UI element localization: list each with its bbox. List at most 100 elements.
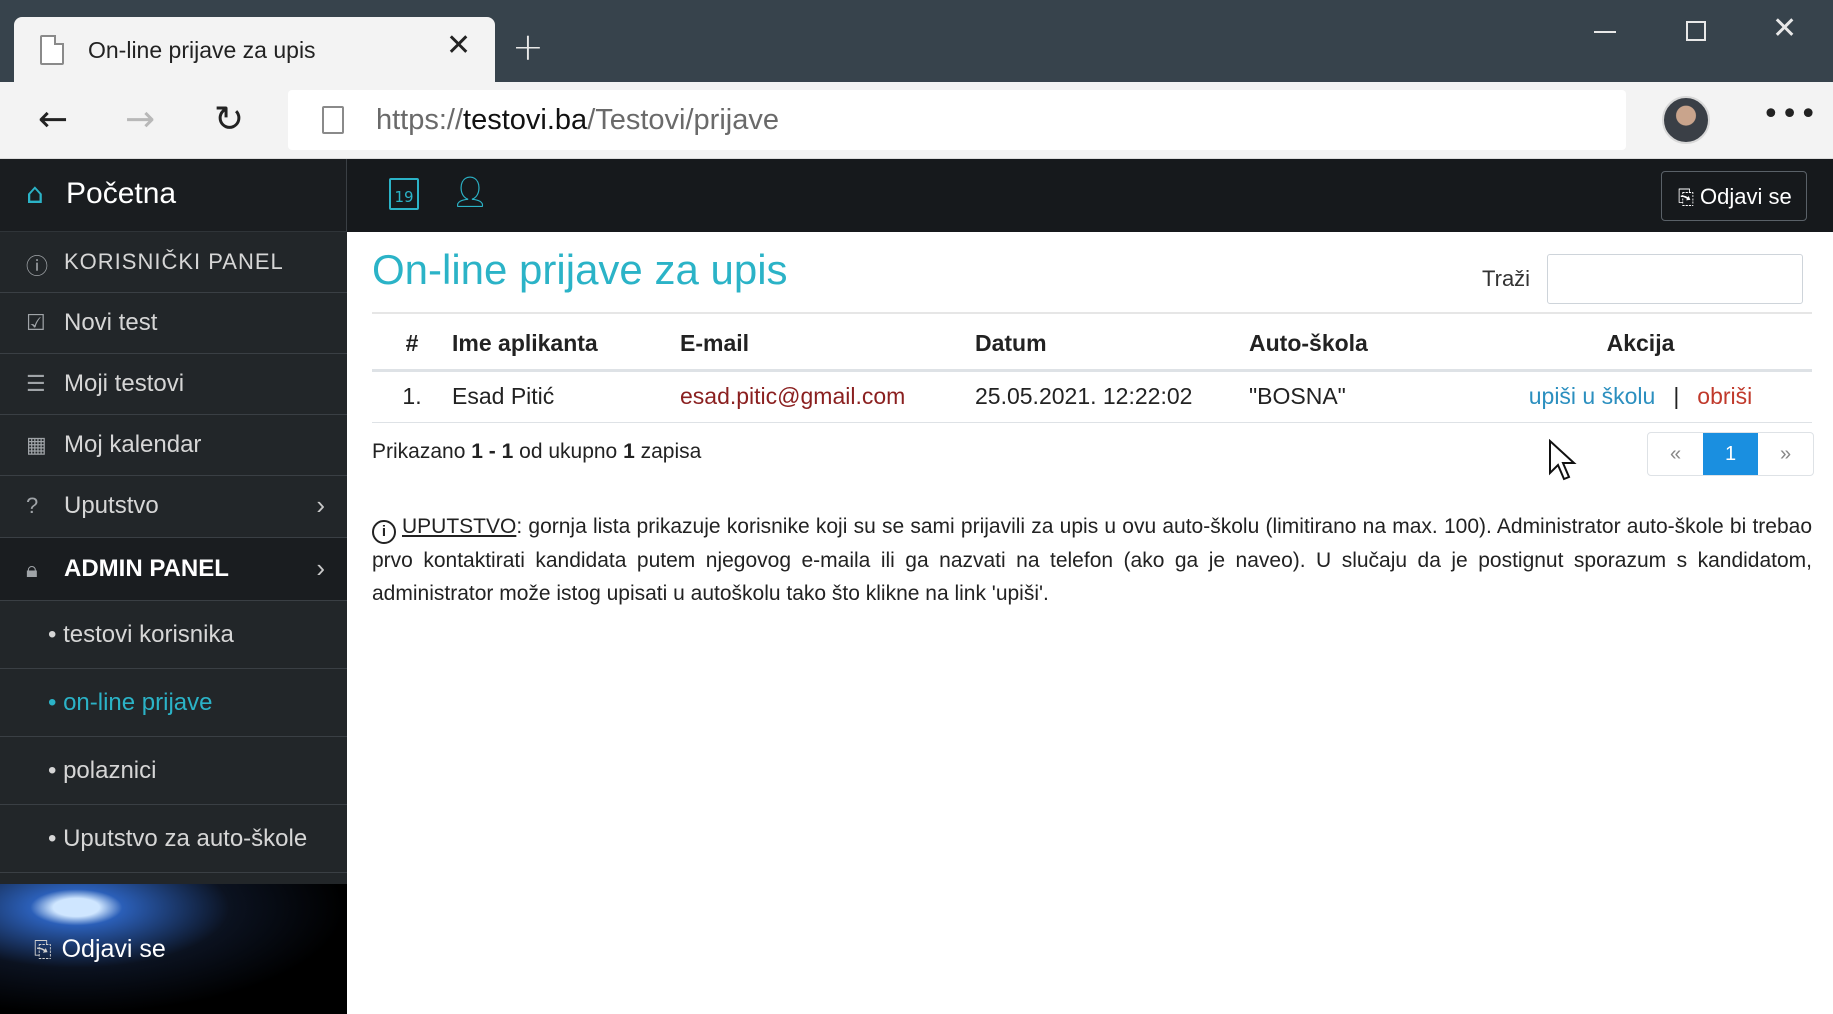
pager-next[interactable]: » [1758, 433, 1813, 475]
sidebar-subitem-polaznici[interactable]: • polaznici [0, 737, 347, 805]
sidebar-item-korisnicki-panel[interactable]: ⓘ KORISNIČKI PANEL [0, 232, 347, 293]
summary-dash: - [488, 440, 496, 463]
list-icon: ☰ [26, 371, 46, 396]
sidebar-subitem-label: • Uputstvo za auto-škole [48, 825, 308, 852]
forward-arrow-icon[interactable]: → [125, 100, 155, 140]
profile-avatar[interactable] [1662, 96, 1710, 144]
url-text[interactable]: https://testovi.ba/Testovi/prijave [376, 104, 779, 137]
page-doc-icon [322, 106, 344, 134]
summary-to: 1 [501, 440, 514, 463]
grid-icon: ▦ [26, 432, 47, 457]
sidebar-item-label: Moji testovi [64, 370, 185, 397]
col-header-action: Akcija [1469, 318, 1812, 372]
sidebar-item-novi-test[interactable]: ☑ Novi test [0, 293, 347, 354]
chevron-right-icon: › [316, 490, 325, 520]
browser-tab[interactable]: On-line prijave za upis ✕ [14, 17, 495, 82]
sidebar-subitem-label: • polaznici [48, 757, 157, 784]
col-header-email[interactable]: E-mail [680, 318, 975, 372]
sidebar-subitem-label: • on-line prijave [48, 689, 213, 716]
window-close-icon[interactable]: ✕ [1772, 14, 1797, 44]
sidebar-subitem-online-prijave[interactable]: • on-line prijave [0, 669, 347, 737]
sidebar-item-label: ADMIN PANEL [64, 555, 229, 582]
sidebar-subitem-uputstvo-auto-skole[interactable]: • Uputstvo za auto-škole [0, 805, 347, 873]
summary-total: 1 [623, 440, 635, 463]
table-row: 1. Esad Pitić esad.pitic@gmail.com 25.05… [372, 370, 1812, 423]
summary-suffix: zapisa [640, 440, 702, 463]
app-topbar: 19 👤︎ ⎘ Odjavi se [347, 159, 1833, 232]
browser-tabbar: On-line prijave za upis ✕ + ✕ [0, 0, 1833, 82]
pagination: « 1 » [1647, 432, 1814, 476]
pager-page-1[interactable]: 1 [1703, 433, 1758, 475]
sidebar-brand[interactable]: ⌂ Početna [0, 159, 347, 232]
refresh-icon[interactable]: ↻ [214, 100, 244, 140]
address-bar[interactable]: https://testovi.ba/Testovi/prijave [288, 90, 1626, 150]
cell-number: 1. [372, 370, 452, 423]
sidebar-item-label: Moj kalendar [64, 431, 202, 458]
cell-date: 25.05.2021. 12:22:02 [975, 370, 1249, 423]
logout-button[interactable]: ⎘ Odjavi se [1661, 171, 1807, 221]
instructions-text: i UPUTSTVO: gornja lista prikazuje korisn… [372, 510, 1812, 610]
lock-icon: 🔒︎ [26, 557, 38, 582]
col-header-date[interactable]: Datum [975, 318, 1249, 372]
cell-email: esad.pitic@gmail.com [680, 370, 975, 423]
enroll-link[interactable]: upiši u školu [1529, 383, 1656, 409]
sidebar-item-label: Uputstvo [64, 492, 159, 519]
logout-icon: ⎘ [34, 937, 52, 962]
minimize-icon[interactable] [1594, 31, 1616, 33]
new-tab-icon[interactable]: + [512, 28, 544, 66]
instructions-label: UPUTSTVO [402, 515, 517, 538]
sidebar-item-admin-panel[interactable]: 🔒︎ ADMIN PANEL › [0, 538, 347, 601]
cell-school: "BOSNA" [1249, 370, 1469, 423]
checkbox-icon: ☑ [26, 310, 46, 335]
help-icon: ? [26, 493, 39, 518]
summary-mid: od ukupno [519, 440, 618, 463]
instructions-body: : gornja lista prikazuje korisnike koji … [372, 515, 1812, 605]
info-icon: ⓘ [26, 254, 49, 279]
summary-from: 1 [471, 440, 483, 463]
cell-name: Esad Pitić [452, 370, 680, 423]
search-input[interactable] [1547, 254, 1803, 304]
doc-icon [40, 35, 64, 65]
user-icon[interactable]: 👤︎ [451, 175, 489, 211]
tab-title: On-line prijave za upis [88, 37, 316, 63]
sidebar-item-moj-kalendar[interactable]: ▦ Moj kalendar [0, 415, 347, 476]
action-separator: | [1673, 383, 1680, 409]
delete-link[interactable]: obriši [1697, 383, 1752, 409]
close-tab-icon[interactable]: ✕ [446, 31, 471, 61]
title-divider [372, 312, 1812, 314]
brand-label: Početna [66, 177, 177, 210]
col-header-number[interactable]: # [372, 318, 452, 372]
sidebar-logout-link[interactable]: ⎘ Odjavi se [34, 935, 166, 964]
page-title: On-line prijave za upis [372, 246, 788, 293]
sidebar-item-moji-testovi[interactable]: ☰ Moji testovi [0, 354, 347, 415]
sidebar-subitem-label: • testovi korisnika [48, 621, 234, 648]
logout-icon: ⎘ [1678, 187, 1694, 209]
cell-actions: upiši u školu | obriši [1469, 370, 1812, 423]
home-icon: ⌂ [26, 177, 44, 210]
email-link[interactable]: esad.pitic@gmail.com [680, 383, 905, 409]
logout-button-label: Odjavi se [1700, 184, 1792, 209]
sidebar-item-label: Novi test [64, 309, 158, 336]
back-arrow-icon[interactable]: ← [38, 100, 68, 140]
search-label: Traži [1482, 266, 1531, 291]
sidebar-subitem-testovi-korisnika[interactable]: • testovi korisnika [0, 601, 347, 669]
url-path: /Testovi/prijave [587, 104, 779, 136]
sidebar-item-label: KORISNIČKI PANEL [64, 249, 284, 274]
main-content: On-line prijave za upis Traži # Ime apli… [347, 232, 1833, 1014]
mouse-cursor-icon [1549, 439, 1577, 481]
url-domain: testovi.ba [463, 104, 588, 136]
table-header-row: # Ime aplikanta E-mail Datum Auto-škola … [372, 318, 1812, 372]
chevron-right-icon: › [316, 553, 325, 583]
calendar-icon[interactable]: 19 [389, 178, 419, 210]
info-icon: i [372, 520, 396, 544]
col-header-school[interactable]: Auto-škola [1249, 318, 1469, 372]
maximize-icon[interactable] [1686, 21, 1706, 41]
pager-prev[interactable]: « [1648, 433, 1703, 475]
sidebar-logout-label: Odjavi se [61, 935, 166, 963]
records-summary: Prikazano 1 - 1 od ukupno 1 zapisa [372, 440, 701, 464]
col-header-name[interactable]: Ime aplikanta [452, 318, 680, 372]
more-icon[interactable]: ••• [1762, 100, 1818, 130]
sidebar: ⌂ Početna ⓘ KORISNIČKI PANEL ☑ Novi test… [0, 159, 347, 1014]
browser-toolbar: ← → ↻ https://testovi.ba/Testovi/prijave… [0, 82, 1833, 159]
sidebar-item-uputstvo[interactable]: ? Uputstvo › [0, 476, 347, 538]
